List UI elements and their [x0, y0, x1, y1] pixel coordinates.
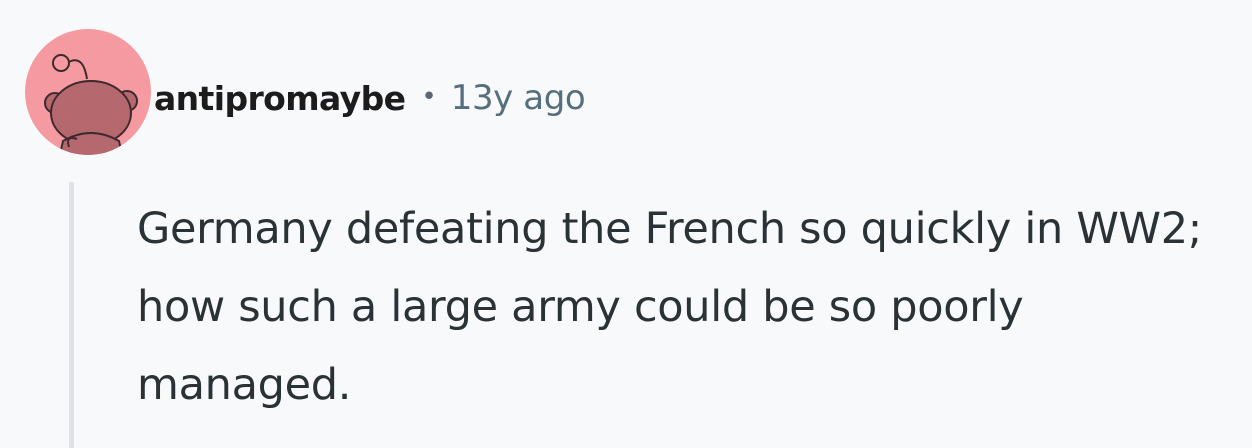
separator-dot: •: [421, 82, 437, 112]
snoo-avatar-icon[interactable]: [25, 29, 151, 155]
username-link[interactable]: antipromaybe: [154, 79, 406, 118]
comment-header: antipromaybe • 13y ago: [154, 70, 586, 126]
comment: antipromaybe • 13y ago Germany defeating…: [0, 0, 1252, 448]
comment-body: Germany defeating the French so quickly …: [137, 204, 1202, 410]
timestamp[interactable]: 13y ago: [451, 78, 586, 118]
thread-collapse-line[interactable]: [69, 182, 74, 448]
